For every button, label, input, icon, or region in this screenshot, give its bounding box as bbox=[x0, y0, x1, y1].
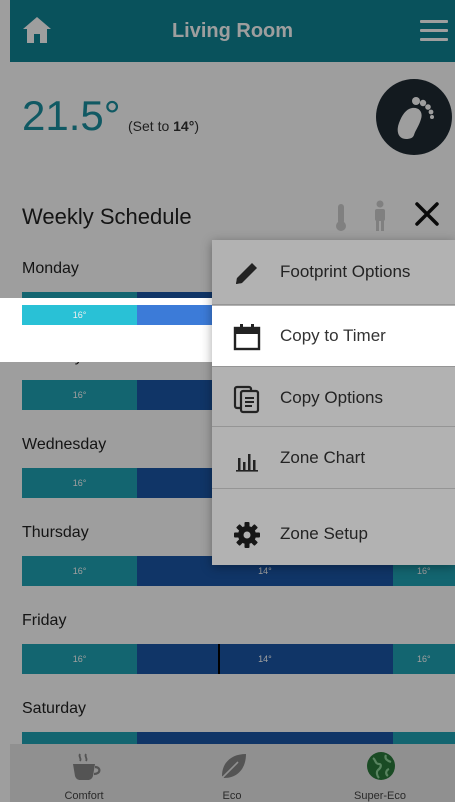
copy-document-icon bbox=[233, 385, 260, 414]
bar-chart-icon bbox=[236, 454, 258, 472]
highlighted-segment: 16° bbox=[22, 305, 137, 325]
menu-item-label: Zone Chart bbox=[280, 448, 366, 467]
menu-item-label: Zone Setup bbox=[280, 524, 368, 543]
menu-item-label: Copy to Timer bbox=[280, 326, 386, 345]
menu-item-label: Copy Options bbox=[280, 388, 383, 407]
highlighted-segment bbox=[137, 305, 212, 325]
highlighted-schedule-bar: 16° bbox=[22, 305, 212, 325]
menu-divider bbox=[212, 366, 455, 367]
menu-divider bbox=[212, 304, 455, 305]
menu-item-footprint-options[interactable]: Footprint Options bbox=[212, 242, 455, 302]
options-menu: Footprint Options Copy to Timer Copy Opt… bbox=[212, 240, 455, 565]
menu-item-label: Footprint Options bbox=[280, 262, 411, 281]
pencil-icon bbox=[236, 263, 257, 284]
menu-divider bbox=[212, 488, 455, 489]
menu-item-copy-to-timer[interactable]: Copy to Timer bbox=[212, 306, 455, 366]
calendar-icon bbox=[233, 324, 261, 351]
menu-item-copy-options[interactable]: Copy Options bbox=[212, 368, 455, 428]
gear-icon bbox=[234, 522, 260, 548]
menu-divider bbox=[212, 426, 455, 427]
menu-item-zone-setup[interactable]: Zone Setup bbox=[212, 504, 455, 564]
menu-item-zone-chart[interactable]: Zone Chart bbox=[212, 428, 455, 488]
